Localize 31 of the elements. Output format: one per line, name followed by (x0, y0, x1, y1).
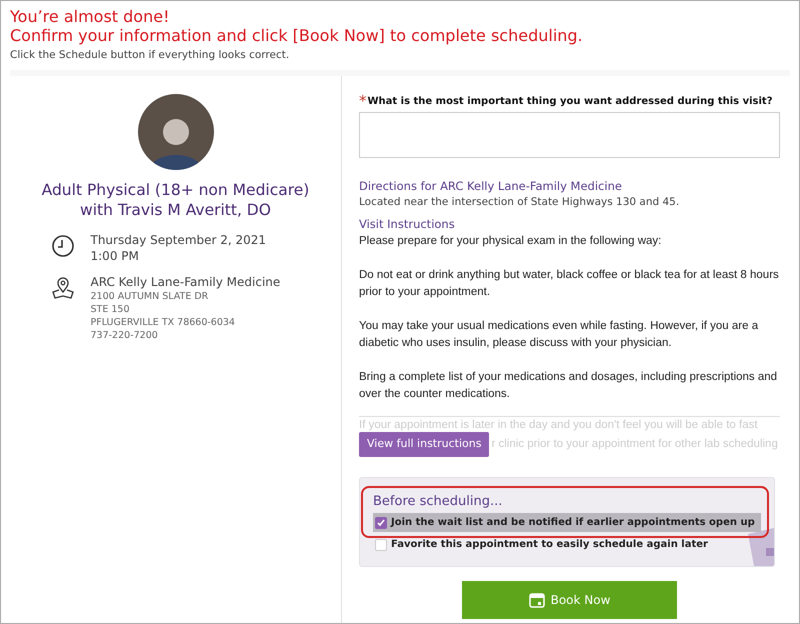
answer-box[interactable] (359, 112, 780, 158)
before-scheduling-heading: Before scheduling... (373, 492, 502, 510)
appointment-title-line: Adult Physical (18+ non Medicare) (42, 180, 310, 200)
question-label: What is the most important thing you want addressed during this visit? (368, 94, 773, 109)
heading-line: Confirm your information and click [Book Now] to complete scheduling. (10, 26, 583, 45)
address-line: 2100 AUTUMN SLATE DR (90, 290, 210, 303)
instruction-paragraph: Please prepare for your physical exam in the following way: (359, 234, 662, 249)
heading-line: You’re almost done! (10, 7, 170, 26)
map-pin-icon (50, 276, 74, 300)
subtitle: Click the Schedule button if everything looks correct. (10, 48, 290, 63)
address-line: 737-220-7200 (90, 328, 159, 342)
location-name: ARC Kelly Lane-Family Medicine (90, 274, 280, 290)
instruction-paragraph: Do not eat or drink anything but water, black coffee or black tea for at least 8 hours prior to your appointment. (359, 268, 780, 300)
checkbox[interactable] (375, 516, 387, 528)
directions-heading: Directions for ARC Kelly Lane-Family Medicine (359, 178, 622, 195)
instruction-paragraph: Bring a complete list of your medications and dosages, including prescriptions and over the counter medications. (359, 370, 778, 402)
address-line: STE 150 (90, 302, 130, 316)
appointment-time: 1:00 PM (90, 248, 140, 264)
book-now-button[interactable]: Book Now (462, 581, 677, 619)
instruction-paragraph: You may take your usual medications even while fasting. However, if you are a diabetic who uses insulin, please discuss with your physician. (359, 319, 760, 351)
clock-icon (50, 234, 74, 258)
checkbox[interactable] (375, 538, 387, 550)
directions-text: Located near the intersection of State Highways 130 and 45. (359, 195, 680, 210)
appointment-date: Thursday September 2, 2021 (90, 232, 266, 248)
required-mark: * (359, 94, 366, 108)
instructions-heading: Visit Instructions (359, 216, 455, 233)
option-label: Join the wait list and be notified if earlier appointments open up (391, 516, 755, 530)
address-line: PFLUGERVILLE TX 78660-6034 (90, 316, 236, 329)
view-instructions-button[interactable]: View full instructions (359, 432, 490, 456)
appointment-title-line: with Travis M Averitt, DO (79, 200, 272, 220)
option-label: Favorite this appointment to easily schedule again later (391, 538, 708, 552)
